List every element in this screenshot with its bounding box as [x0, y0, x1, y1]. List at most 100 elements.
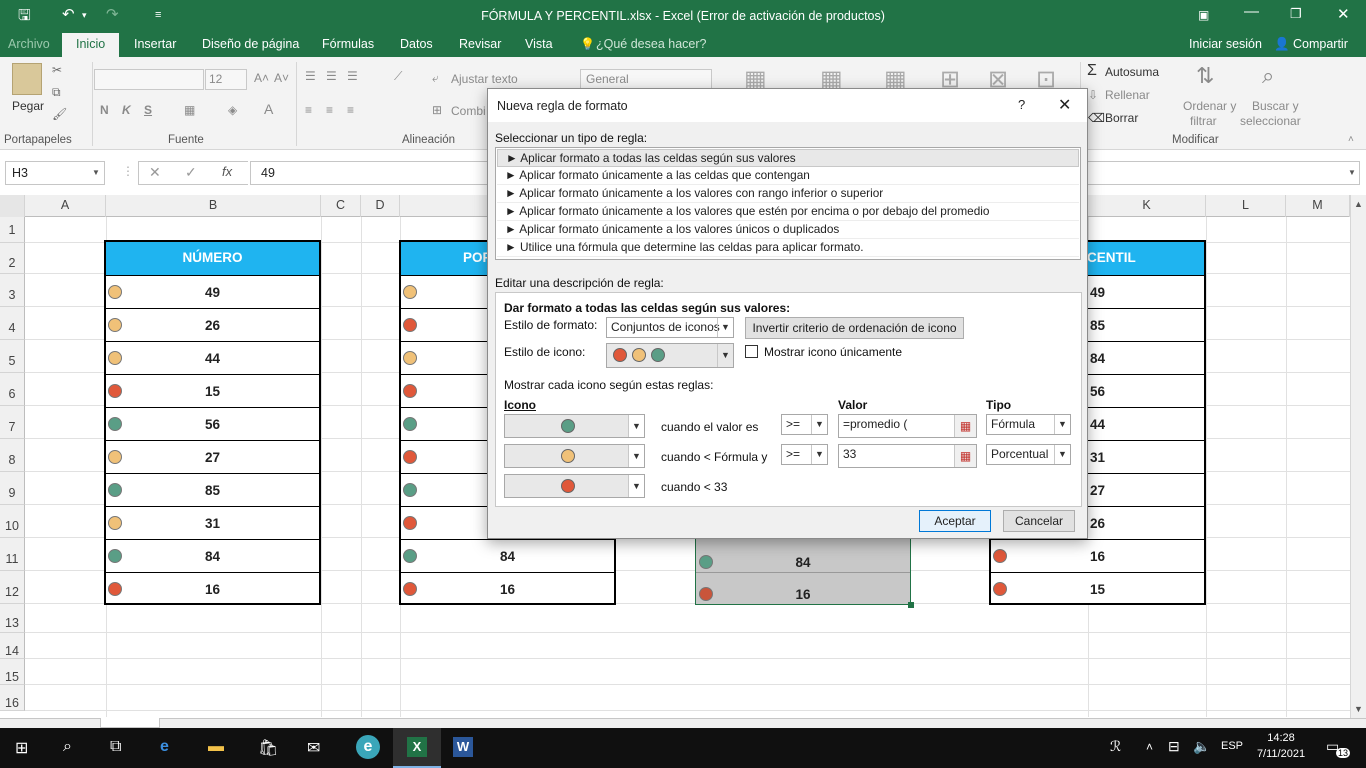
sort-filter-button[interactable]: Ordenar y	[1183, 99, 1236, 113]
tab-datos[interactable]: Datos	[400, 37, 433, 51]
network-icon[interactable]: ⊟	[1168, 738, 1180, 755]
table-row[interactable]: 16	[106, 572, 319, 605]
row-header[interactable]: 8	[0, 439, 25, 472]
table-row[interactable]: 26	[106, 308, 319, 341]
rule-type-item[interactable]: ► Aplicar formato únicamente a los valor…	[497, 221, 1079, 239]
clear-icon[interactable]: ⌫	[1088, 111, 1105, 125]
edge-icon[interactable]: e	[160, 738, 169, 756]
clear-button[interactable]: Borrar	[1105, 111, 1138, 125]
align-right-icon[interactable]: ≡	[347, 103, 354, 117]
rule-type-item[interactable]: ► Aplicar formato únicamente a las celda…	[497, 167, 1079, 185]
rule1-operator-select[interactable]: >= ▼	[781, 414, 828, 435]
row-header[interactable]: 10	[0, 505, 25, 538]
scroll-up-icon[interactable]: ▲	[1354, 199, 1363, 209]
icon-style-select[interactable]: ▼	[606, 343, 734, 368]
restore-icon[interactable]: ❐	[1290, 6, 1302, 22]
signin-link[interactable]: Iniciar sesión	[1189, 37, 1262, 51]
rule-type-item[interactable]: ► Aplicar formato a todas las celdas seg…	[497, 149, 1079, 167]
font-color-icon[interactable]: A	[264, 101, 273, 117]
ribbon-display-icon[interactable]: ▣	[1198, 8, 1209, 22]
excel-taskbar-button[interactable]: X	[393, 728, 441, 768]
word-icon[interactable]: W	[453, 737, 473, 757]
store-icon[interactable]: 🛍	[258, 738, 278, 758]
align-middle-icon[interactable]: ☰	[326, 69, 337, 83]
row-header[interactable]: 6	[0, 373, 25, 406]
table-row[interactable]: 15	[106, 374, 319, 407]
col-header-a[interactable]: A	[25, 195, 106, 217]
col-header-l[interactable]: L	[1206, 195, 1286, 217]
merge-button[interactable]: Combi	[451, 104, 486, 118]
merge-icon[interactable]: ⊞	[432, 103, 442, 117]
orientation-icon[interactable]: ⟋	[394, 69, 402, 84]
file-explorer-icon[interactable]: ▬	[208, 738, 224, 756]
minimize-icon[interactable]: —	[1244, 3, 1259, 20]
rule-type-list[interactable]: ► Aplicar formato a todas las celdas seg…	[495, 147, 1081, 260]
row-header[interactable]: 5	[0, 340, 25, 373]
cancel-button[interactable]: Cancelar	[1003, 510, 1075, 532]
row-header[interactable]: 1	[0, 217, 25, 243]
fill-handle[interactable]	[908, 602, 914, 608]
fill-button[interactable]: Rellenar	[1105, 88, 1150, 102]
mail-icon[interactable]: ✉	[307, 738, 320, 758]
font-size-box[interactable]: 12	[205, 69, 247, 90]
select-all-corner[interactable]	[0, 195, 25, 217]
confirm-edit-icon[interactable]: ✓	[185, 164, 197, 181]
dialog-close-icon[interactable]: ✕	[1058, 95, 1071, 115]
italic-button[interactable]: K	[122, 103, 131, 117]
range-select-icon[interactable]: ▦	[954, 445, 976, 467]
row-header[interactable]: 7	[0, 406, 25, 439]
row-header[interactable]: 2	[0, 243, 25, 274]
format-painter-icon[interactable]: 🖌	[52, 107, 67, 121]
tell-me-search[interactable]: ¿Qué desea hacer?	[596, 37, 707, 51]
table-row[interactable]: 56	[106, 407, 319, 440]
copy-icon[interactable]: ⧉	[52, 85, 61, 100]
reverse-icon-order-button[interactable]: Invertir criterio de ordenación de icono	[745, 317, 964, 339]
rule2-value-input[interactable]: 33 ▦	[838, 444, 977, 468]
row-header[interactable]: 15	[0, 659, 25, 685]
expand-formula-icon[interactable]: ▼	[1348, 168, 1356, 177]
share-icon[interactable]: 👤	[1274, 37, 1290, 52]
show-hidden-icons-icon[interactable]: ˄	[1146, 740, 1153, 754]
table-row[interactable]: 16	[401, 572, 614, 605]
tab-diseno-pagina[interactable]: Diseño de página	[202, 37, 299, 51]
sheet-tab-active[interactable]	[100, 718, 160, 728]
col-header-e[interactable]	[400, 195, 488, 217]
rule2-icon-select[interactable]: ▼	[504, 444, 645, 468]
row-header[interactable]: 3	[0, 274, 25, 307]
search-icon[interactable]: ⌕	[63, 738, 72, 756]
cancel-edit-icon[interactable]: ✕	[149, 164, 161, 181]
rule-type-item[interactable]: ► Aplicar formato únicamente a los valor…	[497, 185, 1079, 203]
number-format-box[interactable]: General	[580, 69, 712, 90]
format-style-select[interactable]: Conjuntos de iconos ▼	[606, 317, 734, 338]
row-header[interactable]: 9	[0, 472, 25, 505]
row-header[interactable]: 12	[0, 571, 25, 604]
paste-icon[interactable]	[12, 63, 42, 95]
align-bottom-icon[interactable]: ☰	[347, 69, 358, 83]
name-box[interactable]: H3	[5, 161, 105, 185]
task-view-icon[interactable]: ⧉	[110, 738, 121, 756]
selected-range-h[interactable]: 84 16	[695, 538, 914, 608]
collapse-ribbon-icon[interactable]: ˄	[1348, 134, 1354, 145]
row-header[interactable]: 14	[0, 633, 25, 659]
wrap-text-button[interactable]: Ajustar texto	[451, 72, 518, 86]
range-select-icon[interactable]: ▦	[954, 415, 976, 437]
vertical-scrollbar[interactable]: ▲ ▼	[1350, 195, 1366, 718]
table-row[interactable]: 84	[401, 539, 614, 572]
row-header[interactable]: 4	[0, 307, 25, 340]
sheet-tabs-bar[interactable]	[0, 718, 1366, 728]
autosum-icon[interactable]: Σ	[1087, 62, 1097, 80]
wrap-text-icon[interactable]: ⤶	[432, 71, 439, 86]
table-row[interactable]: 31	[106, 506, 319, 539]
col-header-k[interactable]: K	[1088, 195, 1206, 217]
clock-date[interactable]: 7/11/2021	[1255, 748, 1307, 760]
rule1-value-input[interactable]: =promedio ( ▦	[838, 414, 977, 438]
find-select-button[interactable]: Buscar y	[1252, 99, 1299, 113]
align-top-icon[interactable]: ☰	[305, 69, 316, 83]
rule-type-item[interactable]: ► Utilice una fórmula que determine las …	[497, 239, 1079, 257]
sort-filter-button-2[interactable]: filtrar	[1190, 114, 1217, 128]
fill-color-icon[interactable]: ◈	[228, 103, 237, 117]
table-row[interactable]: 44	[106, 341, 319, 374]
paste-button[interactable]: Pegar	[12, 99, 44, 113]
language-indicator[interactable]: ESP	[1221, 740, 1243, 752]
ok-button[interactable]: Aceptar	[919, 510, 991, 532]
